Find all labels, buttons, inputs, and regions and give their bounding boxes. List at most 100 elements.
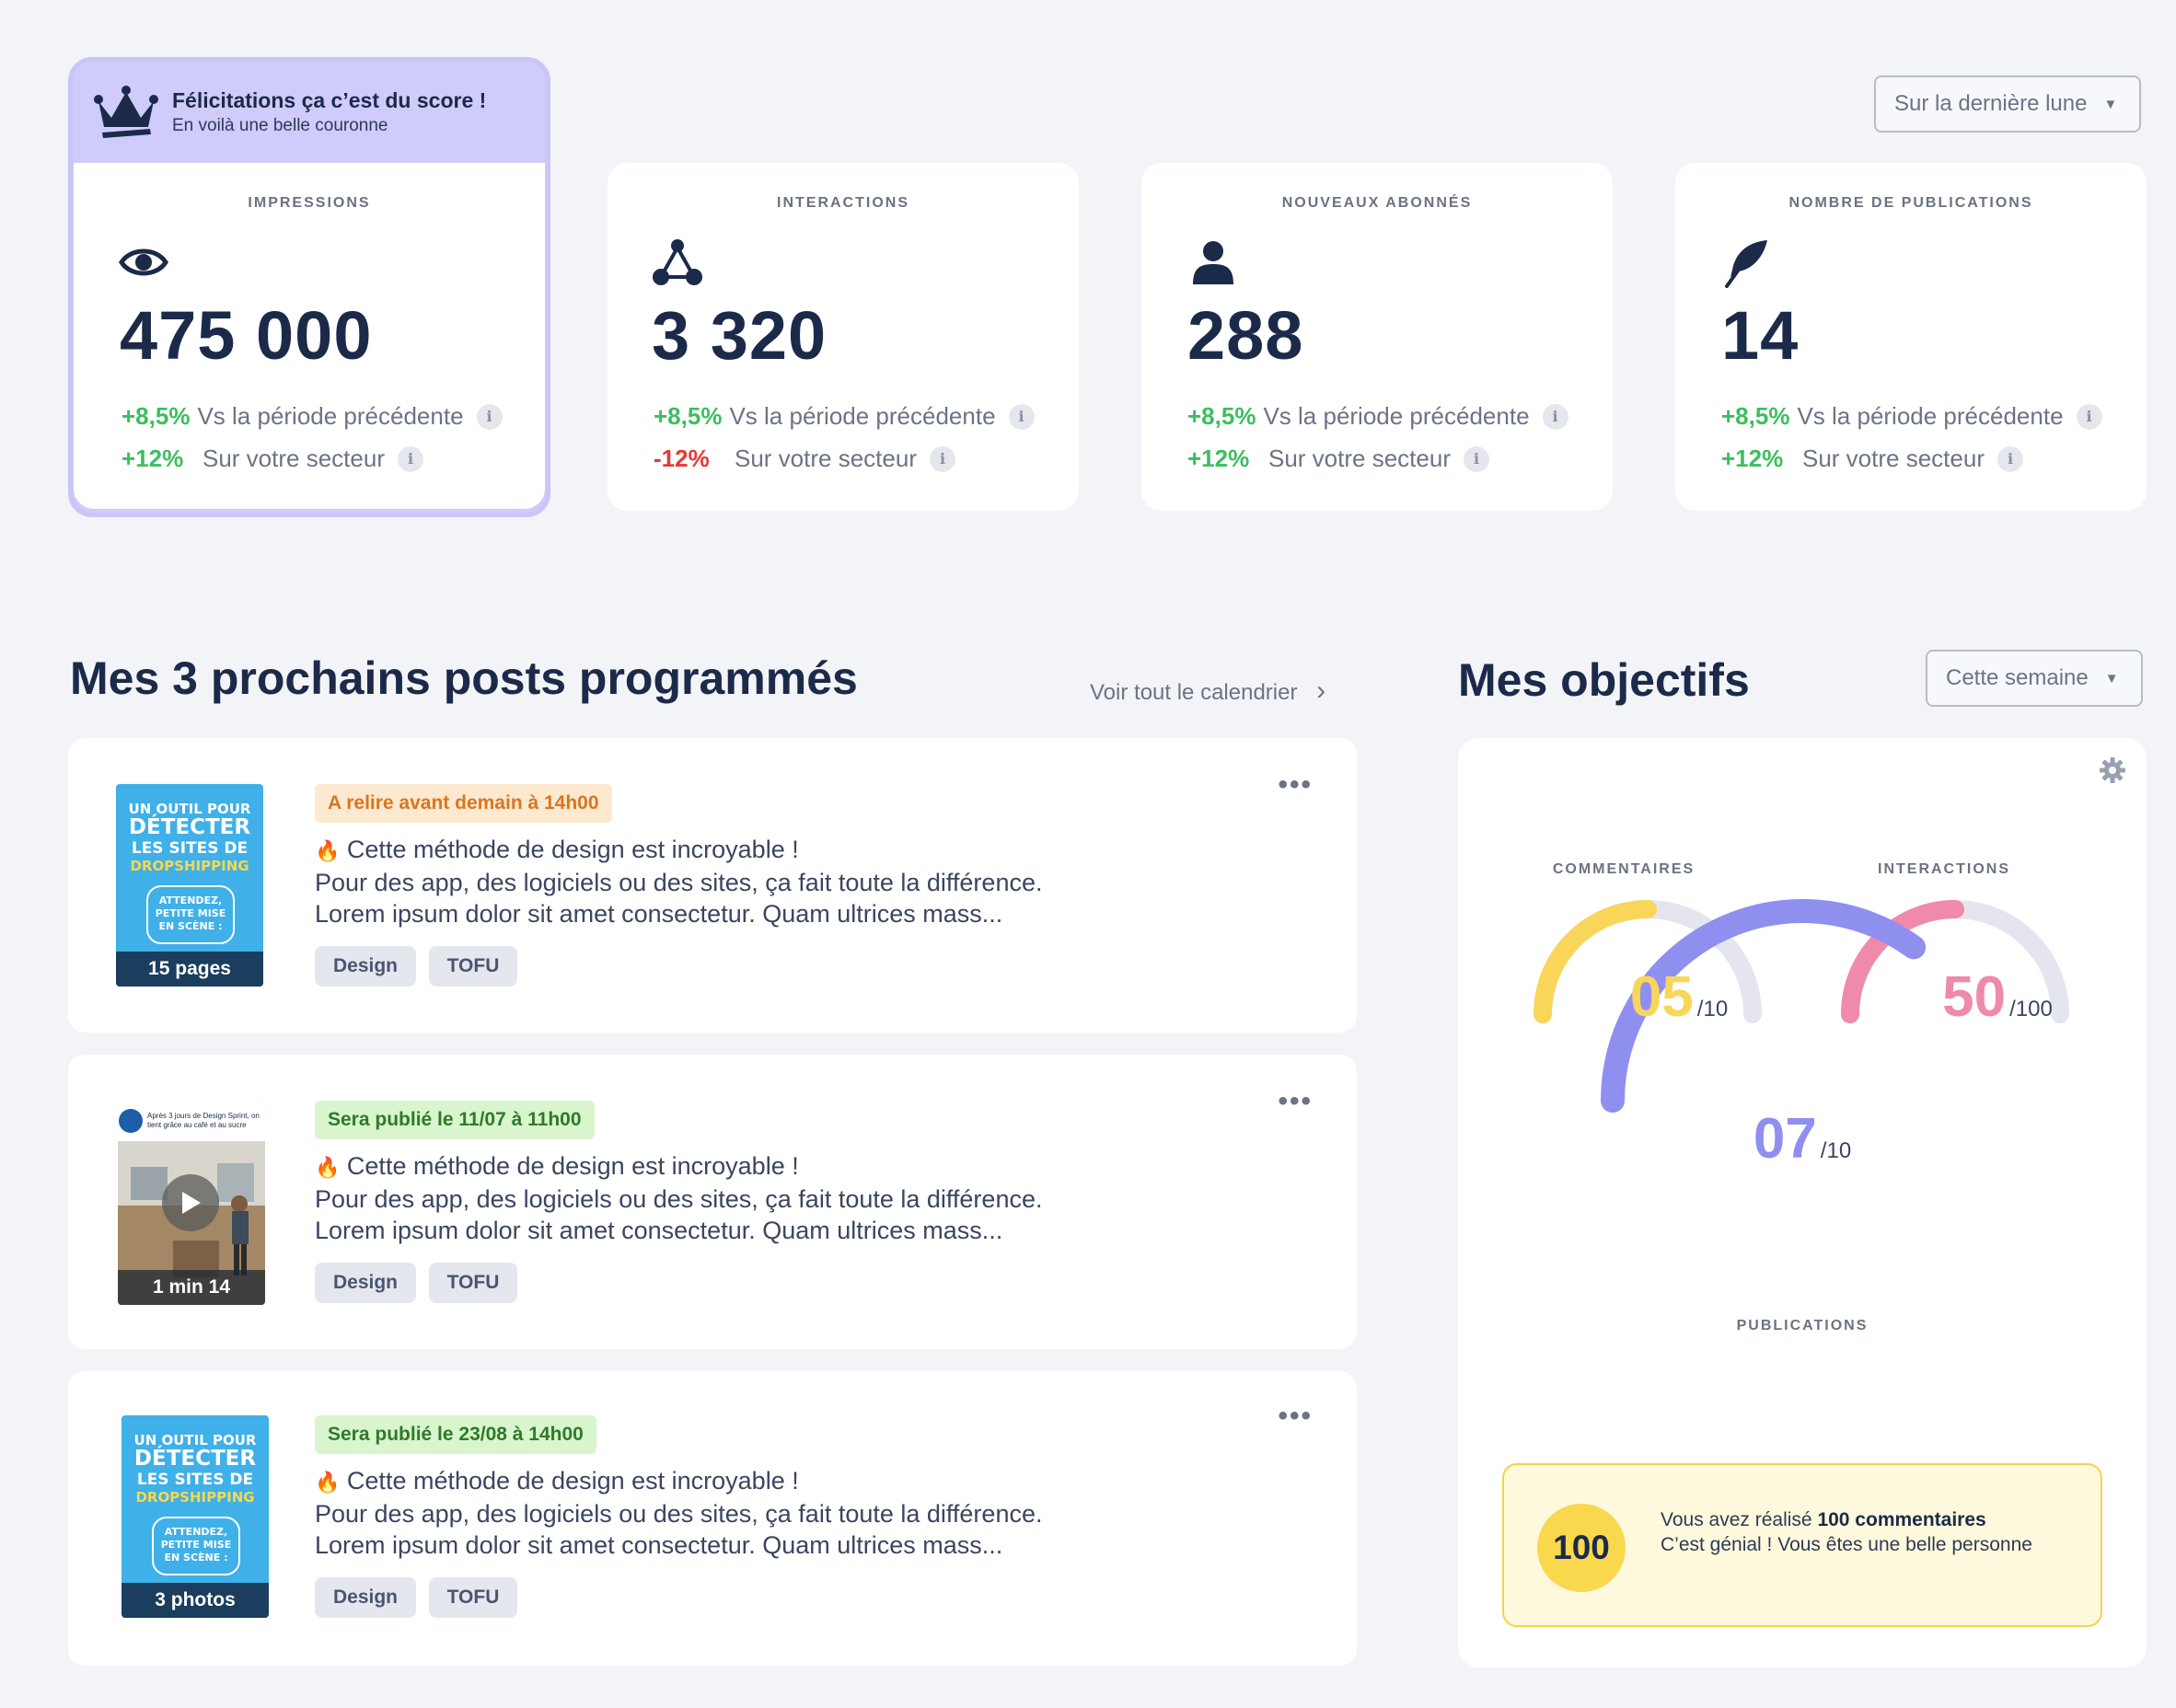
status-badge: Sera publié le 23/08 à 14h00 <box>315 1415 596 1454</box>
kpi-label: IMPRESSIONS <box>248 195 371 211</box>
kpi-pct: +8,5% <box>1721 402 1790 430</box>
chevron-right-icon: › <box>1316 675 1326 706</box>
kpi-compare-text: Vs la période précédente <box>197 402 464 430</box>
thumb-text: DÉTECTER <box>128 815 251 839</box>
chevron-down-icon: ▼ <box>2103 96 2118 112</box>
thumb-text: LES SITES DE <box>131 839 249 858</box>
kpi-pct: +12% <box>122 444 184 472</box>
tag[interactable]: TOFU <box>429 1263 517 1303</box>
more-options-icon[interactable]: ••• <box>1278 1086 1313 1117</box>
tag[interactable]: Design <box>315 1263 416 1303</box>
kpi-card-new-followers: NOUVEAUX ABONNÉS 288 +8,5% Vs la période… <box>1141 163 1613 511</box>
eye-icon <box>119 248 168 276</box>
period-dropdown[interactable]: Sur la dernière lune ▼ <box>1874 75 2141 133</box>
thumb-text: DROPSHIPPING <box>135 1489 255 1506</box>
thumb-bubble: ATTENDEZ, PETITE MISE EN SCÈNE : <box>152 1517 240 1575</box>
kpi-compare-sector: -12% Sur votre secteur i <box>654 444 955 473</box>
thumb-text: DROPSHIPPING <box>130 858 249 874</box>
kpi-compare-previous: +8,5% Vs la période précédente i <box>1187 402 1568 431</box>
post-thumbnail[interactable]: UN OUTIL POUR DÉTECTER LES SITES DE DROP… <box>116 784 263 987</box>
kpi-pct: -12% <box>654 444 710 472</box>
gauge-number: 50 <box>1942 965 2007 1029</box>
post-body: 🔥 Cette méthode de design est incroyable… <box>315 1150 1042 1246</box>
kpi-compare-text: Vs la période précédente <box>729 402 996 430</box>
reward-line1-prefix: Vous avez réalisé <box>1661 1509 1818 1530</box>
achievement-title: Félicitations ça c’est du score ! <box>172 88 487 112</box>
kpi-value: 288 <box>1187 297 1304 374</box>
chevron-down-icon: ▼ <box>2104 670 2119 687</box>
gauge-max: /10 <box>1696 997 1729 1021</box>
thumb-bubble-text: PETITE MISE <box>160 1539 232 1551</box>
kpi-pct: +12% <box>1721 444 1784 472</box>
gauge-value-publications: 07/10 <box>1701 1106 1904 1171</box>
more-options-icon[interactable]: ••• <box>1278 769 1313 801</box>
tag[interactable]: TOFU <box>429 1577 517 1618</box>
media-count: 1 min 14 <box>118 1270 265 1305</box>
play-icon[interactable] <box>162 1174 219 1231</box>
post-line: Pour des app, des logiciels ou des sites… <box>315 1500 1043 1528</box>
kpi-card-impressions: IMPRESSIONS 475 000 +8,5% Vs la période … <box>74 163 545 509</box>
period-dropdown-label: Sur la dernière lune <box>1894 91 2088 116</box>
post-line: Lorem ipsum dolor sit amet consectetur. … <box>315 1531 1003 1559</box>
kpi-card-publications: NOMBRE DE PUBLICATIONS 14 +8,5% Vs la pé… <box>1675 163 2147 511</box>
kpi-value: 14 <box>1721 297 1800 374</box>
post-line: Pour des app, des logiciels ou des sites… <box>315 1185 1043 1213</box>
info-icon[interactable]: i <box>1542 403 1568 430</box>
posts-section-title: Mes 3 prochains posts programmés <box>70 652 858 704</box>
tag[interactable]: Design <box>315 946 416 987</box>
post-line: Cette méthode de design est incroyable ! <box>346 1467 799 1494</box>
post-headline: 🔥 Cette méthode de design est incroyable… <box>315 834 1042 867</box>
gauge-number: 07 <box>1753 1107 1817 1171</box>
kpi-pct: +8,5% <box>654 402 723 430</box>
post-thumbnail[interactable]: Après 3 jours de Design Sprint, on tient… <box>118 1102 265 1305</box>
info-icon[interactable]: i <box>1008 403 1035 430</box>
gauge-max: /100 <box>2009 997 2053 1021</box>
objectives-card: COMMENTAIRES INTERACTIONS 05/10 50/100 0… <box>1458 738 2147 1668</box>
media-count: 3 photos <box>122 1583 269 1618</box>
more-options-icon[interactable]: ••• <box>1278 1401 1313 1432</box>
thumb-bubble-text: EN SCÈNE : <box>158 920 223 932</box>
kpi-compare-sector: +12% Sur votre secteur i <box>122 444 423 473</box>
info-icon[interactable]: i <box>1463 445 1489 472</box>
scheduled-post[interactable]: Après 3 jours de Design Sprint, on tient… <box>68 1055 1357 1349</box>
thumb-bubble-text: ATTENDEZ, <box>158 894 223 906</box>
kpi-compare-text: Sur votre secteur <box>203 444 385 472</box>
post-line: Cette méthode de design est incroyable ! <box>346 836 799 863</box>
kpi-compare-text: Vs la période précédente <box>1797 402 2064 430</box>
kpi-compare-text: Sur votre secteur <box>1802 444 1985 472</box>
thumb-bubble-text: PETITE MISE <box>155 907 226 919</box>
gauges-graphic <box>1534 899 2069 1113</box>
fire-icon: 🔥 <box>315 1156 341 1179</box>
objectives-period-dropdown[interactable]: Cette semaine ▼ <box>1926 650 2143 707</box>
kpi-compare-previous: +8,5% Vs la période précédente i <box>1721 402 2102 431</box>
post-headline: 🔥 Cette méthode de design est incroyable… <box>315 1465 1042 1498</box>
info-icon[interactable]: i <box>929 445 955 472</box>
scheduled-post[interactable]: UN OUTIL POUR DÉTECTER LES SITES DE DROP… <box>68 738 1357 1033</box>
media-count: 15 pages <box>116 952 263 987</box>
info-icon[interactable]: i <box>2076 403 2102 430</box>
kpi-pct: +8,5% <box>1187 402 1256 430</box>
tag[interactable]: Design <box>315 1577 416 1618</box>
info-icon[interactable]: i <box>1997 445 2023 472</box>
thumb-text: LES SITES DE <box>136 1471 254 1489</box>
scheduled-post[interactable]: UN OUTIL POUR DÉTECTER LES SITES DE DROP… <box>68 1371 1357 1666</box>
objectives-title: Mes objectifs <box>1458 654 1750 706</box>
kpi-pct: +12% <box>1187 444 1250 472</box>
post-body: 🔥 Cette méthode de design est incroyable… <box>315 1465 1042 1561</box>
reward-line2: C’est génial ! Vous êtes une belle perso… <box>1661 1534 2032 1555</box>
view-calendar-link[interactable]: Voir tout le calendrier › <box>1090 675 1325 707</box>
info-icon[interactable]: i <box>476 403 503 430</box>
reward-badge: 100 <box>1537 1504 1626 1592</box>
post-line: Pour des app, des logiciels ou des sites… <box>315 869 1043 896</box>
kpi-compare-text: Vs la période précédente <box>1263 402 1530 430</box>
gauge-max: /10 <box>1820 1138 1852 1163</box>
info-icon[interactable]: i <box>397 445 423 472</box>
kpi-compare-sector: +12% Sur votre secteur i <box>1721 444 2023 473</box>
post-thumbnail[interactable]: UN OUTIL POUR DÉTECTER LES SITES DE DROP… <box>122 1415 269 1618</box>
kpi-compare-previous: +8,5% Vs la période précédente i <box>654 402 1035 431</box>
kpi-label: INTERACTIONS <box>777 195 909 211</box>
play-triangle <box>182 1192 201 1214</box>
gauge-number: 05 <box>1629 965 1694 1029</box>
kpi-compare-previous: +8,5% Vs la période précédente i <box>122 402 503 431</box>
tag[interactable]: TOFU <box>429 946 517 987</box>
